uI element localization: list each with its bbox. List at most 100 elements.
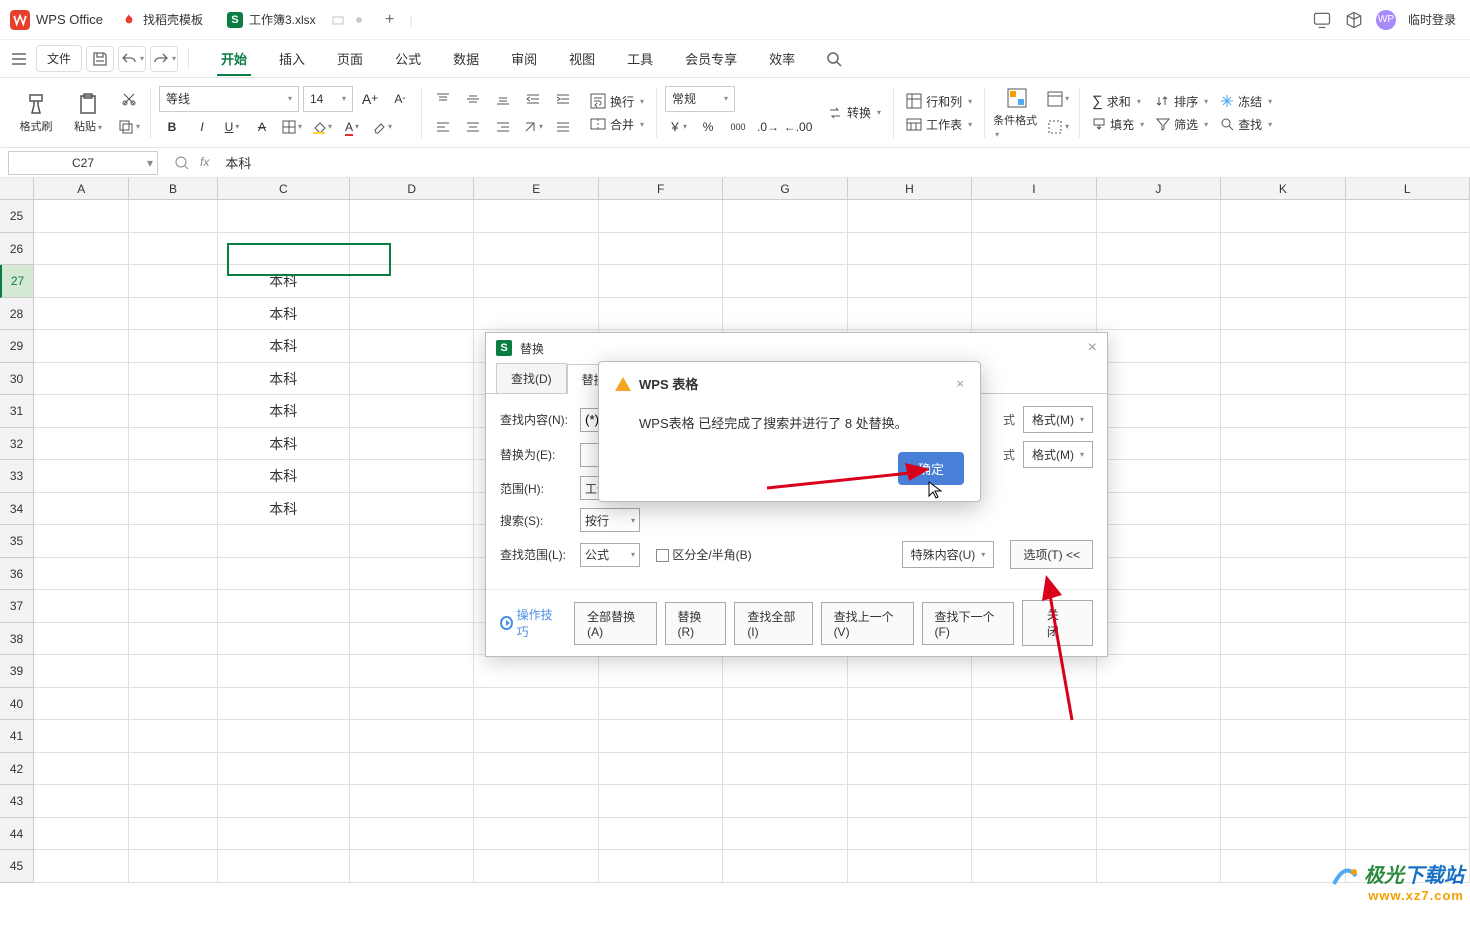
cell[interactable]	[350, 818, 474, 851]
cell[interactable]: 本科	[218, 363, 351, 396]
cell[interactable]	[1346, 428, 1470, 461]
cell[interactable]	[218, 720, 351, 753]
cell[interactable]	[350, 298, 474, 331]
cell[interactable]	[972, 850, 1096, 883]
cell[interactable]	[848, 688, 972, 721]
bold-button[interactable]: B	[159, 114, 185, 140]
row-header[interactable]: 43	[0, 785, 33, 818]
column-header[interactable]: G	[723, 178, 847, 199]
font-size-select[interactable]: 14▾	[303, 86, 353, 112]
cell[interactable]	[350, 428, 474, 461]
cell[interactable]: 本科	[218, 330, 351, 363]
cell[interactable]	[34, 233, 129, 266]
cell[interactable]	[34, 363, 129, 396]
cell[interactable]	[129, 363, 217, 396]
cell[interactable]	[1097, 720, 1221, 753]
cell[interactable]	[972, 298, 1096, 331]
cell[interactable]	[474, 688, 598, 721]
cell[interactable]	[218, 850, 351, 883]
column-header[interactable]: L	[1346, 178, 1470, 199]
cell[interactable]	[129, 395, 217, 428]
cell[interactable]	[1097, 688, 1221, 721]
comma-button[interactable]: 000	[725, 114, 751, 140]
convert-button[interactable]: 转换▾	[823, 102, 885, 123]
cell[interactable]	[350, 558, 474, 591]
cell[interactable]	[1221, 558, 1345, 591]
cell[interactable]	[599, 850, 723, 883]
column-header[interactable]: C	[218, 178, 351, 199]
row-header[interactable]: 28	[0, 298, 33, 331]
cell[interactable]	[1221, 200, 1345, 233]
column-header[interactable]: D	[350, 178, 474, 199]
cell[interactable]	[129, 688, 217, 721]
close-icon[interactable]: ×	[1088, 339, 1097, 357]
cell[interactable]	[1346, 363, 1470, 396]
cell[interactable]	[723, 720, 847, 753]
cell[interactable]	[34, 428, 129, 461]
cell[interactable]	[599, 720, 723, 753]
cell[interactable]: 本科	[218, 428, 351, 461]
cell[interactable]	[1221, 233, 1345, 266]
cell[interactable]	[474, 720, 598, 753]
cell[interactable]	[129, 850, 217, 883]
cell[interactable]	[350, 330, 474, 363]
orientation-button[interactable]: ▾	[520, 114, 546, 140]
cell[interactable]	[474, 850, 598, 883]
cell[interactable]	[129, 298, 217, 331]
freeze-button[interactable]: 冻结▾	[1216, 91, 1276, 112]
column-header[interactable]: J	[1097, 178, 1221, 199]
cell[interactable]	[972, 200, 1096, 233]
cell[interactable]	[218, 558, 351, 591]
cell[interactable]	[218, 688, 351, 721]
cell[interactable]: 本科	[218, 298, 351, 331]
undo-button[interactable]: ▾	[118, 46, 146, 72]
cell[interactable]	[129, 720, 217, 753]
cell[interactable]: 本科	[218, 265, 351, 298]
cell[interactable]	[1097, 558, 1221, 591]
merge-cells-button[interactable]: 合并▾	[586, 114, 648, 135]
cell[interactable]	[350, 363, 474, 396]
rows-cols-button[interactable]: 行和列▾	[902, 91, 976, 112]
cell[interactable]	[723, 753, 847, 786]
cell[interactable]	[848, 200, 972, 233]
cell[interactable]	[1221, 460, 1345, 493]
increase-decimal-button[interactable]: ←.00	[785, 114, 811, 140]
cell[interactable]	[350, 688, 474, 721]
formula-input[interactable]: 本科	[217, 153, 1470, 172]
cell[interactable]	[129, 753, 217, 786]
cell[interactable]	[972, 233, 1096, 266]
cell[interactable]	[848, 265, 972, 298]
cell[interactable]	[1221, 330, 1345, 363]
cell[interactable]	[1097, 460, 1221, 493]
cell[interactable]	[350, 590, 474, 623]
cell[interactable]	[1346, 623, 1470, 656]
file-menu[interactable]: 文件	[36, 45, 82, 72]
cell[interactable]: 本科	[218, 460, 351, 493]
align-bottom-button[interactable]	[490, 86, 516, 112]
cell[interactable]	[1221, 298, 1345, 331]
cell[interactable]	[350, 460, 474, 493]
cell[interactable]	[350, 200, 474, 233]
menu-tab-start[interactable]: 开始	[207, 41, 261, 76]
menu-tab-data[interactable]: 数据	[439, 41, 493, 76]
hamburger-icon[interactable]	[10, 50, 28, 68]
avatar[interactable]: WP	[1376, 10, 1396, 30]
cell[interactable]	[723, 265, 847, 298]
cell[interactable]	[474, 818, 598, 851]
row-header[interactable]: 29	[0, 330, 33, 363]
cell[interactable]	[34, 395, 129, 428]
conditional-format-button[interactable]: 条件格式▾	[993, 83, 1041, 143]
cell[interactable]	[474, 655, 598, 688]
format-button-replace[interactable]: 格式(M)▾	[1023, 441, 1093, 468]
save-button[interactable]	[86, 46, 114, 72]
column-header[interactable]: A	[34, 178, 129, 199]
cell[interactable]	[848, 818, 972, 851]
cell[interactable]	[218, 753, 351, 786]
tips-link[interactable]: 操作技巧	[500, 606, 558, 640]
cell[interactable]	[1221, 655, 1345, 688]
cell[interactable]	[129, 493, 217, 526]
cell[interactable]	[972, 720, 1096, 753]
format-painter-button[interactable]: 格式刷	[12, 83, 60, 143]
row-header[interactable]: 30	[0, 363, 33, 396]
cell[interactable]	[723, 298, 847, 331]
